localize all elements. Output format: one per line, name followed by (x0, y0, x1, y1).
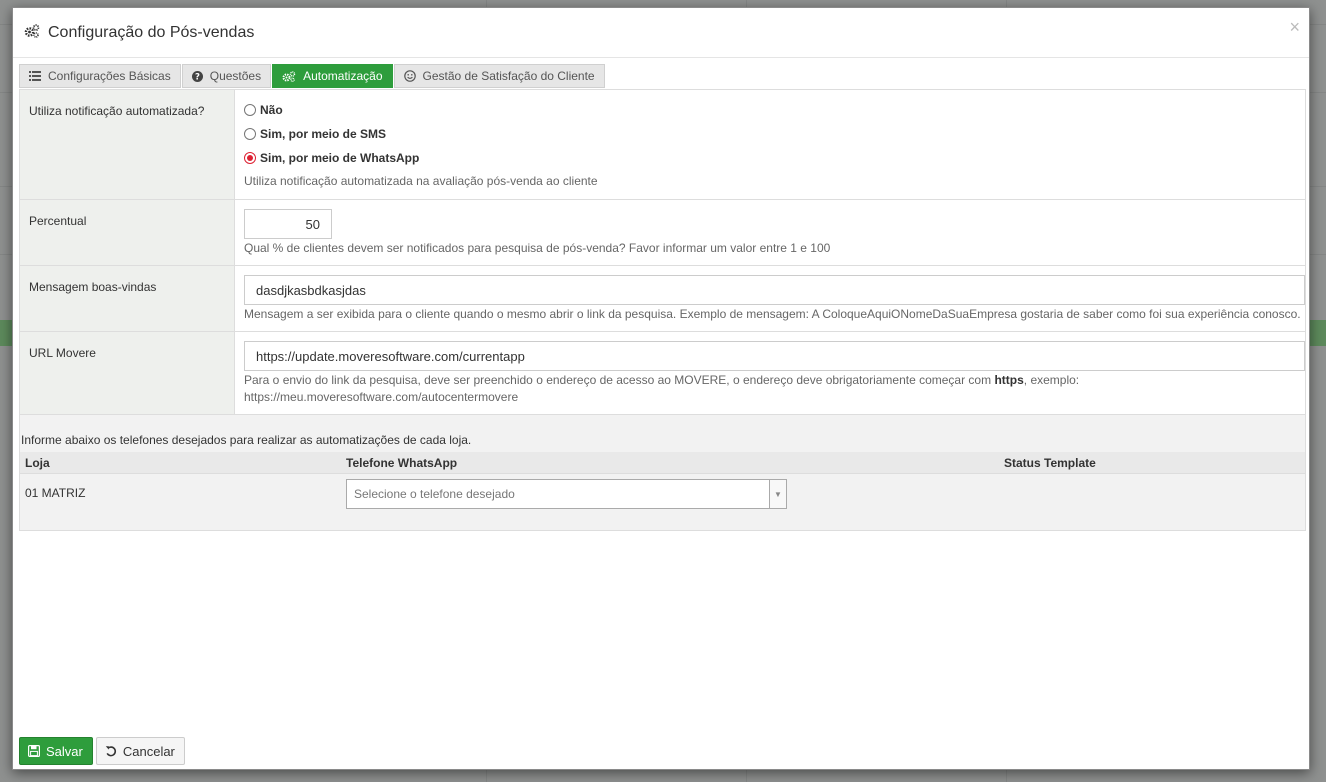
phone-cell: Selecione o telefone desejado ▼ (346, 479, 1004, 509)
save-label: Salvar (46, 743, 83, 759)
tab-label: Questões (209, 69, 262, 83)
phones-section: Informe abaixo os telefones desejados pa… (20, 415, 1305, 530)
radio-label: Não (260, 103, 283, 117)
store-cell: 01 MATRIZ (25, 486, 86, 500)
column-header-loja: Loja (25, 455, 50, 470)
notification-field: Não Sim, por meio de SMS Sim, por meio d… (235, 90, 1305, 199)
url-help: Para o envio do link da pesquisa, deve s… (244, 372, 1305, 406)
url-help-bold: https (994, 373, 1024, 387)
radio-label: Sim, por meio de WhatsApp (260, 151, 420, 165)
tab-label: Gestão de Satisfação do Cliente (422, 69, 595, 83)
automation-form: Utiliza notificação automatizada? Não Si… (19, 89, 1306, 531)
percentual-field: 50 Qual % de clientes devem ser notifica… (235, 200, 1305, 265)
url-help-text: Para o envio do link da pesquisa, deve s… (244, 373, 995, 387)
phones-table: Loja Telefone WhatsApp Status Template 0… (20, 452, 1305, 523)
cogs-icon (282, 70, 296, 82)
modal-header: Configuração do Pós-vendas × (13, 8, 1309, 58)
question-icon: ? (191, 70, 203, 82)
url-help-text-after: , exemplo: (1023, 373, 1080, 387)
url-label: URL Movere (20, 332, 235, 414)
save-button[interactable]: Salvar (19, 737, 93, 765)
column-header-status: Status Template (1004, 455, 1096, 470)
radio-button[interactable] (244, 128, 256, 140)
notification-label: Utiliza notificação automatizada? (20, 90, 235, 199)
percentual-help: Qual % de clientes devem ser notificados… (244, 241, 831, 255)
percentual-label: Percentual (20, 200, 235, 265)
floppy-icon (28, 745, 40, 757)
welcome-row: Mensagem boas-vindas dasdjkasbdkasjdas M… (20, 266, 1305, 332)
welcome-label: Mensagem boas-vindas (20, 266, 235, 331)
cogs-icon (24, 24, 40, 41)
radio-option-whatsapp[interactable]: Sim, por meio de WhatsApp (244, 146, 1305, 170)
url-movere-input[interactable]: https://update.moveresoftware.com/curren… (244, 341, 1305, 371)
list-icon (29, 71, 41, 81)
radio-button[interactable] (244, 104, 256, 116)
percentual-input[interactable]: 50 (244, 209, 332, 239)
radio-button-selected[interactable] (244, 152, 256, 164)
tab-automation[interactable]: Automatização (272, 64, 393, 88)
tab-bar: Configurações Básicas ? Questões Automat… (19, 64, 606, 88)
url-help-example: https://meu.moveresoftware.com/autocente… (244, 390, 519, 404)
table-row: 01 MATRIZ Selecione o telefone desejado … (20, 473, 1305, 523)
radio-option-no[interactable]: Não (244, 98, 1305, 122)
column-header-phone: Telefone WhatsApp (346, 455, 458, 470)
tab-label: Automatização (303, 69, 383, 83)
phones-info: Informe abaixo os telefones desejados pa… (21, 433, 472, 447)
url-row: URL Movere https://update.moveresoftware… (20, 332, 1305, 415)
modal-title: Configuração do Pós-vendas (48, 23, 255, 41)
notification-help: Utiliza notificação automatizada na aval… (244, 174, 598, 188)
cancel-button[interactable]: Cancelar (95, 737, 185, 765)
phone-select[interactable]: Selecione o telefone desejado ▼ (346, 479, 787, 509)
svg-text:?: ? (195, 72, 200, 81)
welcome-message-input[interactable]: dasdjkasbdkasjdas (244, 275, 1305, 305)
tab-customer-satisfaction[interactable]: Gestão de Satisfação do Cliente (393, 64, 605, 88)
welcome-field: dasdjkasbdkasjdas Mensagem a ser exibida… (235, 266, 1305, 331)
percentual-row: Percentual 50 Qual % de clientes devem s… (20, 200, 1305, 266)
tab-label: Configurações Básicas (48, 69, 171, 83)
radio-option-sms[interactable]: Sim, por meio de SMS (244, 122, 1305, 146)
phone-select-placeholder: Selecione o telefone desejado (354, 487, 515, 501)
chevron-down-icon[interactable]: ▼ (769, 480, 786, 508)
undo-icon (105, 745, 117, 757)
url-field: https://update.moveresoftware.com/curren… (235, 332, 1305, 414)
tab-questions[interactable]: ? Questões (181, 64, 272, 88)
smile-icon (403, 70, 416, 82)
welcome-help: Mensagem a ser exibida para o cliente qu… (244, 307, 1301, 321)
table-header: Loja Telefone WhatsApp Status Template (20, 452, 1305, 473)
cancel-label: Cancelar (122, 743, 175, 759)
close-icon[interactable]: × (1289, 17, 1300, 38)
tab-basic-settings[interactable]: Configurações Básicas (19, 64, 181, 88)
radio-label: Sim, por meio de SMS (260, 127, 387, 141)
notification-row: Utiliza notificação automatizada? Não Si… (20, 90, 1305, 200)
post-sales-config-modal: Configuração do Pós-vendas × Configuraçõ… (12, 7, 1310, 770)
modal-footer: Salvar Cancelar (19, 737, 188, 765)
